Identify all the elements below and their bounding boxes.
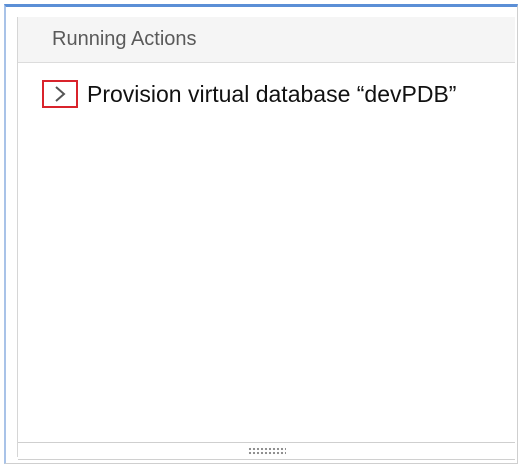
chevron-right-icon bbox=[55, 86, 66, 102]
resize-grip-handle[interactable] bbox=[247, 446, 286, 455]
action-row[interactable]: Provision virtual database “devPDB” bbox=[18, 80, 515, 108]
panel-header: Running Actions bbox=[18, 17, 515, 63]
expand-toggle-button[interactable] bbox=[42, 80, 78, 108]
window-bottom-divider bbox=[18, 459, 515, 460]
action-label: Provision virtual database “devPDB” bbox=[87, 80, 457, 107]
running-actions-window: Running Actions Provision virtual databa… bbox=[0, 0, 522, 468]
running-actions-panel: Running Actions Provision virtual databa… bbox=[18, 17, 515, 458]
panel-footer bbox=[18, 442, 515, 458]
panel-title: Running Actions bbox=[52, 28, 197, 50]
